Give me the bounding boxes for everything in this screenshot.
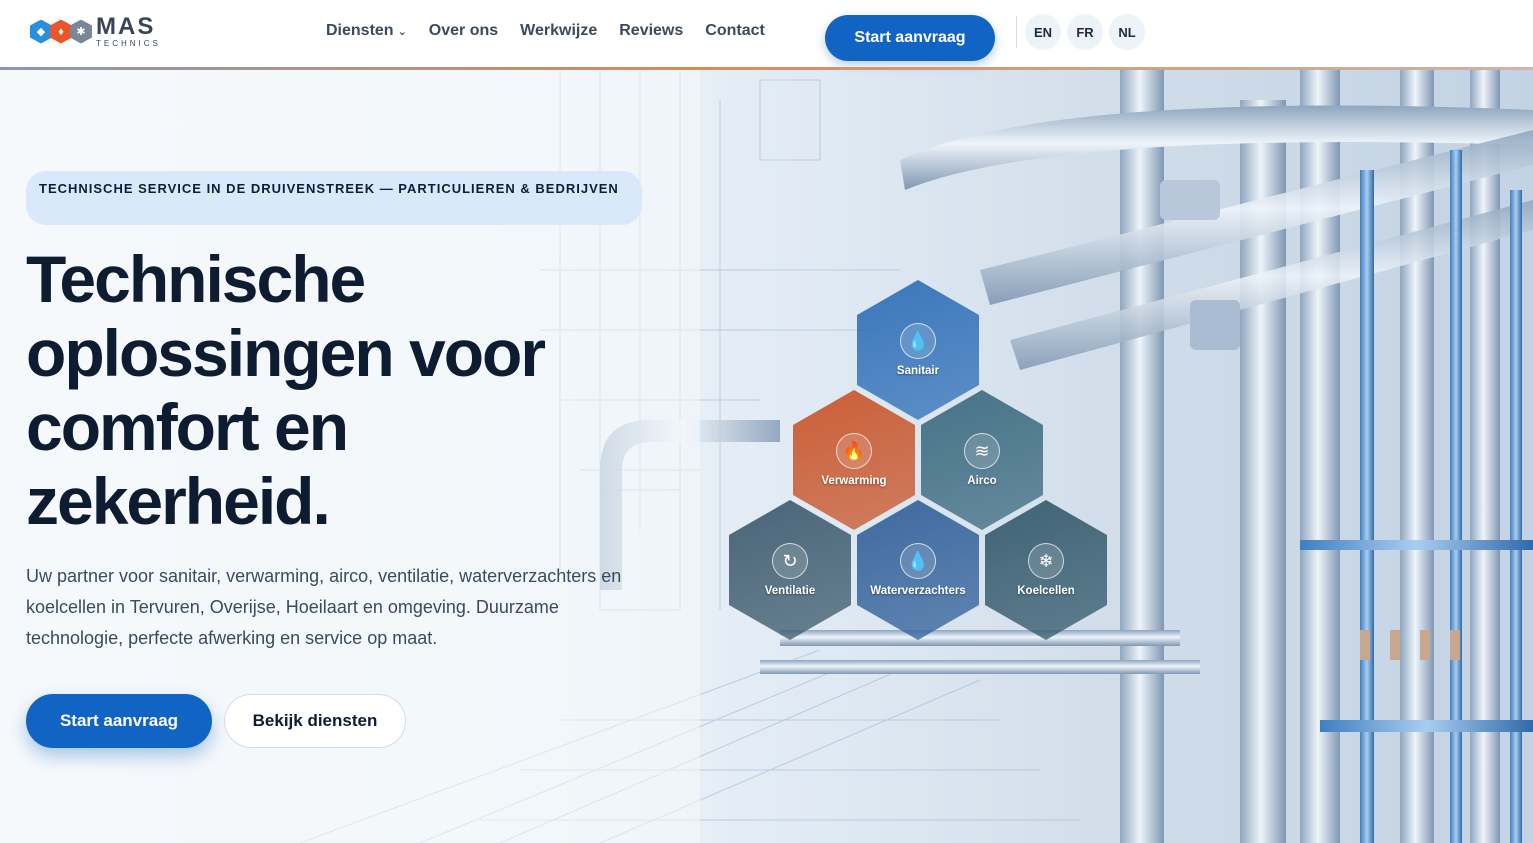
- snowflake-icon: ❄: [1028, 543, 1064, 579]
- nav-item-label: Diensten: [326, 22, 394, 39]
- header-divider: [1016, 16, 1017, 48]
- hero-title-line: oplossingen voor: [26, 316, 546, 390]
- brand-logo[interactable]: ◆ ♦ ✱ MAS TECHNICS: [30, 15, 161, 48]
- nav-item-diensten[interactable]: Diensten ⌄: [326, 22, 407, 40]
- nav-item-reviews[interactable]: Reviews: [619, 22, 683, 40]
- start-request-hero-button[interactable]: Start aanvraag: [26, 694, 212, 748]
- header-accent-line: [0, 67, 1533, 70]
- hero-title: Technische oplossingen voor comfort en z…: [26, 242, 646, 538]
- hero-title-line: comfort en: [26, 390, 349, 464]
- brand-tagline: TECHNICS: [96, 39, 161, 48]
- flame-icon: ♦: [50, 19, 72, 44]
- language-en-button[interactable]: EN: [1025, 14, 1061, 50]
- main-navigation: Diensten ⌄ Over ons Werkwijze Reviews Co…: [326, 22, 765, 40]
- nav-item-contact[interactable]: Contact: [705, 22, 765, 40]
- nav-item-werkwijze[interactable]: Werkwijze: [520, 22, 597, 40]
- refresh-icon: ↻: [772, 543, 808, 579]
- hero-title-line: zekerheid.: [26, 464, 331, 538]
- hero-subtitle: Uw partner voor sanitair, verwarming, ai…: [26, 566, 622, 648]
- language-nl-button[interactable]: NL: [1109, 14, 1145, 50]
- service-label: Verwarming: [821, 475, 887, 487]
- brand-name: MAS: [96, 13, 156, 40]
- site-header: ◆ ♦ ✱ MAS TECHNICS Diensten ⌄ Over ons W…: [0, 0, 1533, 67]
- service-label: Airco: [967, 475, 997, 487]
- snowflake-icon: ✱: [70, 19, 92, 44]
- chevron-down-icon: ⌄: [397, 25, 407, 38]
- start-request-button[interactable]: Start aanvraag: [825, 15, 995, 61]
- service-label: Waterverzachters: [870, 585, 966, 597]
- water-drop-icon: 💧: [900, 323, 936, 359]
- service-label: Sanitair: [896, 365, 940, 377]
- hero-badge: TECHNISCHE SERVICE IN DE DRUIVENSTREEK —…: [26, 171, 642, 225]
- service-label: Koelcellen: [1017, 585, 1075, 597]
- wind-icon: ≋: [964, 433, 1000, 469]
- water-drop-icon: ◆: [30, 19, 52, 44]
- flame-icon: 🔥: [836, 433, 872, 469]
- view-services-button[interactable]: Bekijk diensten: [224, 694, 406, 748]
- service-label: Ventilatie: [764, 585, 816, 597]
- nav-item-over-ons[interactable]: Over ons: [429, 22, 498, 40]
- language-fr-button[interactable]: FR: [1067, 14, 1103, 50]
- water-drops-icon: 💧: [900, 543, 936, 579]
- hero-title-line: Technische: [26, 242, 366, 316]
